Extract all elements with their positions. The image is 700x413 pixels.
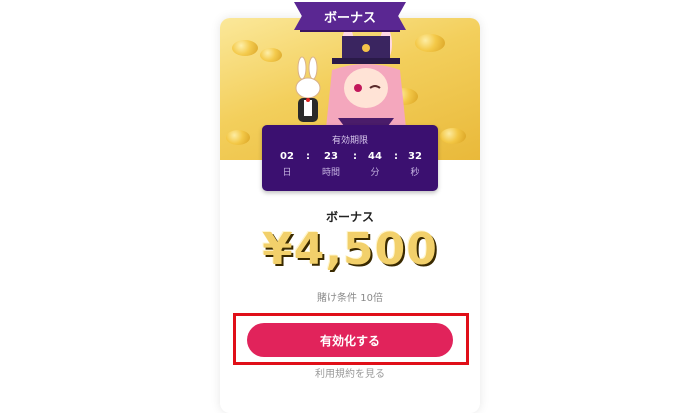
bonus-ribbon: ボーナス bbox=[294, 2, 406, 30]
character-illustration bbox=[326, 28, 406, 128]
rabbit-icon bbox=[295, 56, 321, 122]
terms-link[interactable]: 利用規約を見る bbox=[220, 365, 480, 380]
timer-days: 02 日 bbox=[272, 151, 302, 178]
activate-button[interactable]: 有効化する bbox=[247, 323, 453, 357]
timer-title: 有効期限 bbox=[331, 136, 368, 146]
timer-separator: : bbox=[306, 151, 310, 162]
hours-label: 時間 bbox=[321, 168, 340, 178]
timer-seconds: 32 秒 bbox=[400, 151, 430, 178]
timer-minutes: 44 分 bbox=[360, 151, 390, 178]
timer-hours: 23 時間 bbox=[316, 151, 346, 178]
minutes-label: 分 bbox=[370, 168, 380, 178]
bonus-title: ボーナス bbox=[325, 210, 374, 224]
timer-separator: : bbox=[353, 151, 357, 162]
expiry-timer: 有効期限 02 日 : 23 時間 : 44 分 : 32 秒 bbox=[262, 125, 438, 191]
hours-value: 23 bbox=[324, 151, 338, 162]
ribbon-label: ボーナス bbox=[323, 10, 376, 26]
seconds-value: 32 bbox=[408, 151, 422, 162]
days-label: 日 bbox=[282, 168, 292, 178]
bonus-amount: ¥4,500 bbox=[262, 224, 438, 275]
timer-separator: : bbox=[394, 151, 398, 162]
wagering-requirement: 賭け条件 10倍 bbox=[317, 293, 383, 304]
minutes-value: 44 bbox=[368, 151, 382, 162]
days-value: 02 bbox=[280, 151, 294, 162]
seconds-label: 秒 bbox=[410, 168, 420, 178]
